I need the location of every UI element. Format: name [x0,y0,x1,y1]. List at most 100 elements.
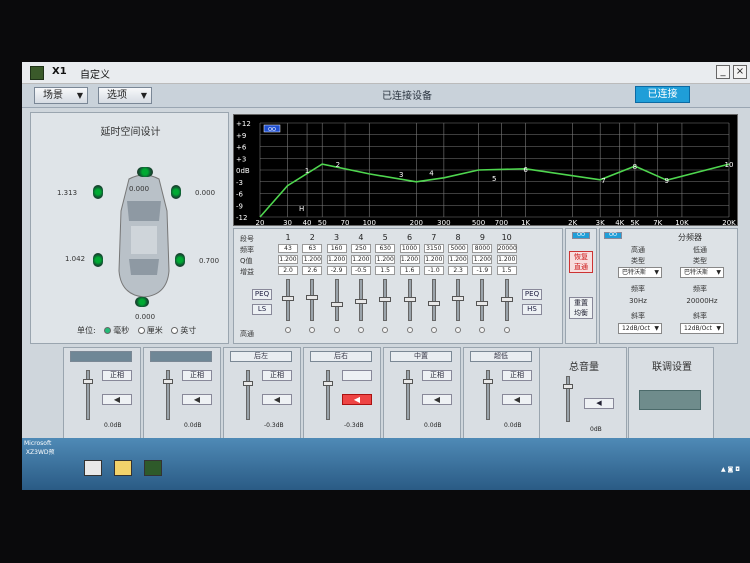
channel-mute-button[interactable]: ◀ [502,394,532,405]
eq-gain-knob[interactable] [282,295,294,301]
eq-band-toggle[interactable] [503,327,510,333]
eq-gain-slider[interactable] [310,279,315,321]
channel-name-button[interactable]: 超低 [470,351,532,362]
eq-gain-field[interactable]: 1.5 [375,266,396,275]
eq-response-graph[interactable]: 20 30 40 50 70 100 200 300 500 700 1K 2K 3K 4K 5K 7K 10K… [233,114,738,227]
eq-freq-field[interactable]: 63 [302,244,323,253]
channel-fader-knob[interactable] [403,378,413,384]
eq-gain-knob[interactable] [354,299,367,304]
channel-phase-button[interactable] [342,370,372,381]
eq-band-toggle[interactable] [406,327,413,333]
eq-band-toggle[interactable] [285,327,291,333]
eq-gain-slider[interactable] [334,279,339,321]
channel-fader-track[interactable] [246,370,250,420]
master-fader-track[interactable] [566,376,570,422]
eq-link-badge[interactable]: OO [572,232,590,239]
eq-gain-field[interactable]: -1.9 [472,266,493,275]
eq-gain-knob[interactable] [379,296,392,302]
hp-slope-select[interactable]: 12dB/Oct ▼ [618,323,662,334]
eq-gain-knob[interactable] [476,301,489,307]
channel-name-button[interactable] [70,351,132,362]
eq-gain-slider[interactable] [480,279,485,321]
eq-gain-knob[interactable] [500,296,513,302]
eq-freq-field[interactable]: 630 [375,244,396,253]
eq-gain-knob[interactable] [306,295,319,300]
channel-fader-knob[interactable] [323,381,333,386]
subwoofer-icon[interactable] [135,297,149,307]
peq-right-button[interactable]: PEQ [522,289,542,300]
channel-fader-track[interactable] [166,370,170,420]
eq-freq-field[interactable]: 1000 [399,244,420,253]
hp-type-select[interactable]: 巴特沃斯 ▼ [618,267,662,278]
eq-gain-field[interactable]: 1.5 [496,266,517,275]
channel-mute-button[interactable]: ◀ [422,394,452,405]
speaker-center-icon[interactable] [137,167,153,177]
eq-freq-field[interactable]: 20000 [496,244,517,253]
channel-fader-knob[interactable] [243,381,253,386]
eq-q-field[interactable]: 1.200 [278,255,298,264]
eq-q-field[interactable]: 1.200 [350,255,371,264]
eq-freq-field[interactable]: 160 [326,244,347,253]
unit-inch-radio[interactable] [171,327,179,334]
channel-name-button[interactable]: 后右 [310,351,372,362]
eq-q-field[interactable]: 1.200 [326,255,347,264]
eq-gain-field[interactable]: 2.6 [302,266,323,275]
channel-fader-knob[interactable] [483,378,493,384]
eq-gain-field[interactable]: 2.0 [278,266,298,275]
hp-freq-value[interactable]: 30Hz [618,297,658,305]
eq-freq-field[interactable]: 8000 [472,244,493,253]
hs-button[interactable]: HS [522,304,542,315]
channel-mute-button[interactable]: ◀ [102,394,132,405]
connect-button[interactable]: 已连接 [635,86,690,103]
channel-fader-track[interactable] [406,370,410,420]
speaker-rear-right-icon[interactable] [175,253,185,267]
crossover-badge[interactable]: OO [604,232,622,239]
channel-fader-knob[interactable] [163,378,173,384]
link-settings-button[interactable] [639,390,701,410]
unit-ms-radio[interactable] [104,327,112,334]
lp-slope-select[interactable]: 12dB/Oct ▼ [680,323,724,334]
channel-fader-track[interactable] [326,370,330,420]
eq-band-toggle[interactable] [309,327,316,333]
eq-q-field[interactable]: 1.200 [448,255,469,264]
eq-gain-knob[interactable] [452,295,465,301]
eq-q-field[interactable]: 1.200 [375,255,396,264]
eq-gain-field[interactable]: 2.3 [448,266,469,275]
unit-cm-radio[interactable] [137,327,145,334]
ls-button[interactable]: LS [252,304,272,315]
eq-gain-knob[interactable] [403,296,416,302]
minimize-button[interactable]: _ [716,65,730,79]
eq-freq-field[interactable]: 250 [350,244,371,253]
eq-gain-field[interactable]: 1.6 [399,266,420,275]
eq-q-field[interactable]: 1.200 [472,255,493,264]
channel-mute-button[interactable]: ◀ [342,394,372,405]
channel-fader-track[interactable] [86,370,90,420]
peq-button[interactable]: PEQ [252,289,272,300]
folder-icon[interactable] [114,460,132,476]
channel-name-button[interactable]: 中置 [390,351,452,362]
eq-q-field[interactable]: 1.200 [399,255,420,264]
reset-eq-button[interactable]: 恢复 直通 [569,251,593,273]
channel-name-button[interactable]: 后左 [230,351,292,362]
close-button[interactable]: × [733,65,747,79]
eq-freq-field[interactable]: 5000 [448,244,469,253]
eq-q-field[interactable]: 1.200 [496,255,517,264]
channel-fader-track[interactable] [486,370,490,420]
lp-type-select[interactable]: 巴特沃斯 ▼ [680,267,724,278]
eq-band-toggle[interactable] [333,327,340,333]
eq-band-toggle[interactable] [479,327,486,333]
eq-q-field[interactable]: 1.200 [423,255,444,264]
channel-phase-button[interactable]: 正相 [422,370,452,381]
eq-gain-knob[interactable] [330,302,343,308]
master-fader-knob[interactable] [563,384,573,389]
lp-freq-value[interactable]: 20000Hz [680,297,724,305]
app-taskbar-icon[interactable] [144,460,162,476]
channel-mute-button[interactable]: ◀ [182,394,212,405]
eq-band-toggle[interactable] [357,327,364,333]
eq-q-field[interactable]: 1.200 [302,255,323,264]
eq-band-toggle[interactable] [382,327,389,333]
speaker-front-right-icon[interactable] [171,185,181,199]
eq-gain-knob[interactable] [427,300,440,306]
scene-menu[interactable]: 场景 ▼ [34,87,88,104]
master-mute-button[interactable]: ◀ [584,398,614,409]
